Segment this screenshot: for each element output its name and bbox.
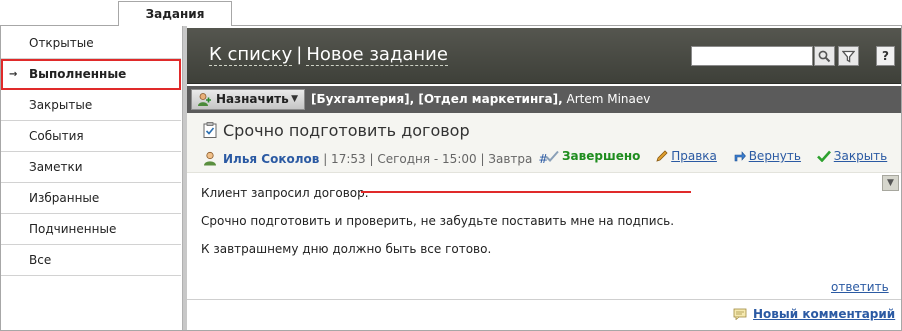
status-completed-label: Завершено (562, 149, 641, 163)
header-band: К списку | Новое задание ? (187, 28, 901, 84)
green-check-icon (816, 150, 831, 165)
filter-button[interactable] (838, 46, 859, 66)
sidebar: Открытые → Выполненные Закрытые События З… (1, 28, 181, 276)
sidebar-item-label: Все (29, 253, 52, 267)
top-tab-bar: Задания (0, 0, 902, 27)
sidebar-item-open[interactable]: Открытые (1, 28, 181, 59)
edit-label: Правка (671, 149, 717, 163)
task-author-link[interactable]: Илья Соколов (223, 152, 319, 166)
sidebar-item-label: Подчиненные (29, 222, 117, 236)
assignees: [Бухгалтерия], [Отдел маркетинга], Artem… (311, 86, 650, 113)
checkmark-icon (545, 150, 559, 165)
user-icon (203, 151, 217, 169)
task-title: Срочно подготовить договор (203, 121, 470, 142)
title-separator: | (296, 44, 303, 65)
edit-button[interactable]: Правка (656, 149, 717, 165)
assign-button-label: Назначить (216, 92, 289, 106)
task-time-info: | 17:53 | Сегодня - 15:00 | Завтра (323, 152, 533, 166)
chevron-down-icon: ▼ (291, 94, 298, 104)
sidebar-item-closed[interactable]: Закрытые (1, 90, 181, 121)
comment-icon (733, 308, 747, 323)
new-task-link[interactable]: Новое задание (306, 44, 448, 66)
assign-toolbar: Назначить ▼ [Бухгалтерия], [Отдел маркет… (187, 86, 901, 113)
sidebar-item-completed[interactable]: → Выполненные (1, 59, 181, 90)
new-comment-label: Новый комментарий (753, 307, 896, 321)
sidebar-item-label: Избранные (29, 191, 100, 205)
pencil-icon (656, 150, 668, 165)
task-clipboard-icon (203, 122, 217, 142)
filter-icon (842, 50, 855, 63)
status-completed: Завершено (545, 149, 640, 165)
reply-link[interactable]: ответить (831, 280, 889, 294)
page-title: К списку | Новое задание (209, 44, 448, 66)
user-assign-icon (197, 92, 212, 113)
app-frame: Открытые → Выполненные Закрытые События З… (0, 26, 902, 331)
actions-highlight-underline (361, 191, 691, 193)
tab-tasks[interactable]: Задания (118, 1, 232, 27)
return-button[interactable]: Вернуть (733, 149, 801, 165)
return-label: Вернуть (748, 149, 801, 163)
comment-bar: Новый комментарий (187, 299, 901, 328)
task-actions: Завершено Правка Вернуть Закрыть (545, 149, 899, 167)
assignee-departments: [Бухгалтерия], [Отдел маркетинга], (311, 92, 563, 106)
sidebar-item-notes[interactable]: Заметки (1, 152, 181, 183)
new-comment-link[interactable]: Новый комментарий (733, 307, 895, 323)
task-body-line: Клиент запросил договор. (201, 186, 369, 200)
search-icon (818, 50, 831, 62)
task-title-text: Срочно подготовить договор (223, 121, 470, 140)
task-body-line: Срочно подготовить и проверить, не забуд… (201, 214, 675, 228)
sidebar-item-label: Заметки (29, 160, 83, 174)
sidebar-item-label: Выполненные (29, 67, 127, 81)
sidebar-item-label: Открытые (29, 36, 94, 50)
back-to-list-link[interactable]: К списку (209, 44, 293, 66)
assignee-person: Artem Minaev (566, 92, 651, 106)
task-description: Клиент запросил договор. Срочно подготов… (201, 186, 891, 270)
sidebar-item-all[interactable]: Все (1, 245, 181, 276)
sidebar-item-label: Закрытые (29, 98, 93, 112)
search-button[interactable] (814, 46, 835, 66)
main-panel: К списку | Новое задание ? Назначить ▼ [Бу… (187, 28, 901, 328)
assign-button[interactable]: Назначить ▼ (191, 89, 305, 110)
sidebar-item-favorites[interactable]: Избранные (1, 183, 181, 214)
task-body-line: К завтрашнему дню должно быть все готово… (201, 242, 492, 256)
sidebar-item-subordinates[interactable]: Подчиненные (1, 214, 181, 245)
close-task-button[interactable]: Закрыть (816, 149, 888, 165)
help-button[interactable]: ? (876, 46, 895, 66)
search-input[interactable] (691, 46, 813, 66)
close-label: Закрыть (833, 149, 888, 163)
sidebar-item-events[interactable]: События (1, 121, 181, 152)
arrow-right-icon: → (9, 69, 18, 80)
task-header: Срочно подготовить договор Илья Соколов … (187, 113, 901, 173)
sidebar-item-label: События (29, 129, 84, 143)
task-meta: Илья Соколов | 17:53 | Сегодня - 15:00 |… (203, 151, 548, 169)
return-arrow-icon (733, 150, 746, 165)
